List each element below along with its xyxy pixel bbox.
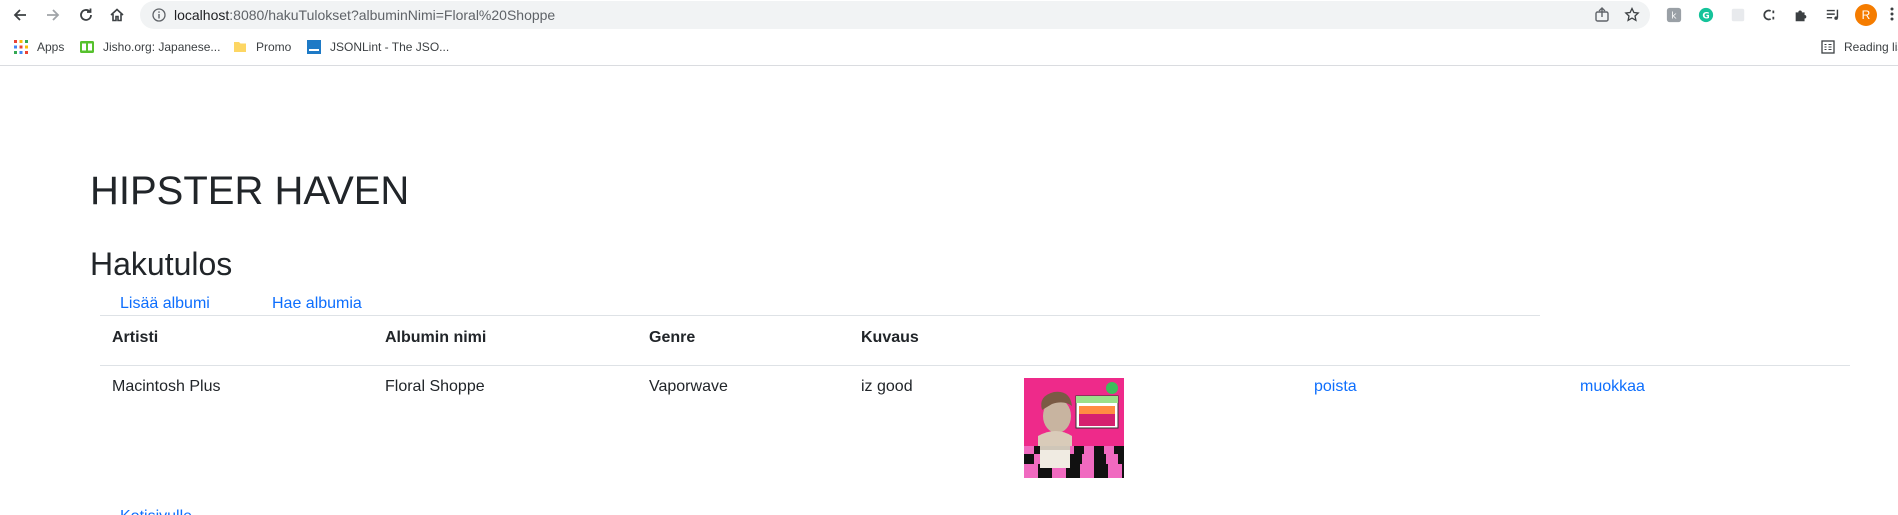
reading-list-label: Reading list (1844, 40, 1898, 54)
home-icon[interactable] (106, 4, 128, 26)
bookmark-jsonlint[interactable]: JSONLint - The JSO... (307, 38, 449, 56)
bookmark-star-icon[interactable] (1624, 7, 1640, 23)
col-album-header: Albumin nimi (373, 317, 637, 366)
site-title: HIPSTER HAVEN (90, 169, 410, 213)
col-image-header (1012, 317, 1302, 366)
folder-icon (234, 42, 246, 52)
cell-genre: Vaporwave (649, 377, 728, 395)
col-genre-header: Genre (637, 317, 849, 366)
home-link[interactable]: Kotisivulle (120, 505, 192, 515)
extension-c-icon[interactable] (1759, 6, 1777, 24)
page-heading: Hakutulos (90, 246, 233, 282)
album-cover-image (1024, 377, 1124, 478)
grammarly-icon[interactable]: G (1697, 6, 1715, 24)
forward-arrow-icon[interactable] (42, 4, 64, 26)
cell-edit: muokkaa (1568, 365, 1850, 490)
back-arrow-icon[interactable] (9, 4, 31, 26)
site-info-icon[interactable] (152, 8, 166, 22)
results-table: Artisti Albumin nimi Genre Kuvaus Macint… (100, 317, 1850, 490)
table-row: Macintosh Plus Floral Shoppe Vaporwave i… (100, 365, 1850, 490)
col-artist-header: Artisti (100, 317, 373, 366)
cell-delete: poista (1302, 365, 1568, 490)
apps-grid-icon (14, 40, 28, 54)
page-nav: Lisää albumi Hae albumia (100, 292, 1540, 316)
col-delete-header (1302, 317, 1568, 366)
url-text: localhost:8080/hakuTulokset?albuminNimi=… (174, 7, 555, 23)
bookmark-label: JSONLint - The JSO... (330, 40, 450, 54)
add-album-link[interactable]: Lisää albumi (120, 292, 210, 316)
jisho-icon (80, 41, 94, 53)
table-header-row: Artisti Albumin nimi Genre Kuvaus (100, 317, 1850, 366)
col-description-header: Kuvaus (849, 317, 1012, 366)
delete-link[interactable]: poista (1314, 378, 1357, 395)
extension-grid-icon[interactable] (1729, 6, 1747, 24)
more-menu-icon[interactable] (1886, 6, 1898, 22)
cell-description: iz good (861, 377, 913, 395)
bookmark-apps[interactable]: Apps (14, 38, 64, 56)
bookmarks-bar: Apps Jisho.org: Japanese... Promo JSONLi… (0, 35, 1898, 59)
reading-list[interactable]: Reading list (1821, 38, 1898, 56)
cell-artist: Macintosh Plus (112, 377, 221, 395)
bookmark-label: Apps (37, 40, 65, 54)
profile-avatar[interactable]: R (1855, 4, 1877, 26)
cell-album: Floral Shoppe (385, 377, 485, 395)
share-icon[interactable] (1594, 7, 1610, 23)
bookmark-label: Promo (256, 40, 292, 54)
svg-text:G: G (1702, 12, 1709, 22)
reading-list-icon (1821, 40, 1835, 54)
edit-link[interactable]: muokkaa (1580, 378, 1645, 395)
url-host: localhost (174, 7, 230, 23)
media-controls-icon[interactable] (1824, 6, 1842, 24)
bookmark-promo-folder[interactable]: Promo (233, 38, 291, 56)
browser-toolbar: localhost:8080/hakuTulokset?albuminNimi=… (0, 0, 1898, 29)
url-path: :8080/hakuTulokset?albuminNimi=Floral%20… (229, 7, 556, 23)
bookmark-jisho[interactable]: Jisho.org: Japanese... (80, 38, 220, 56)
extension-k-icon[interactable]: k (1665, 6, 1683, 24)
col-edit-header (1568, 317, 1850, 366)
extensions-puzzle-icon[interactable] (1792, 6, 1810, 24)
jsonlint-icon (307, 40, 321, 54)
search-album-link[interactable]: Hae albumia (272, 292, 362, 316)
reload-icon[interactable] (75, 4, 97, 26)
cell-cover (1012, 365, 1302, 490)
address-bar[interactable]: localhost:8080/hakuTulokset?albuminNimi=… (140, 1, 1650, 29)
chrome-divider (0, 65, 1898, 66)
profile-initial: R (1861, 8, 1871, 22)
bookmark-label: Jisho.org: Japanese... (103, 40, 221, 54)
svg-text:k: k (1671, 12, 1677, 22)
